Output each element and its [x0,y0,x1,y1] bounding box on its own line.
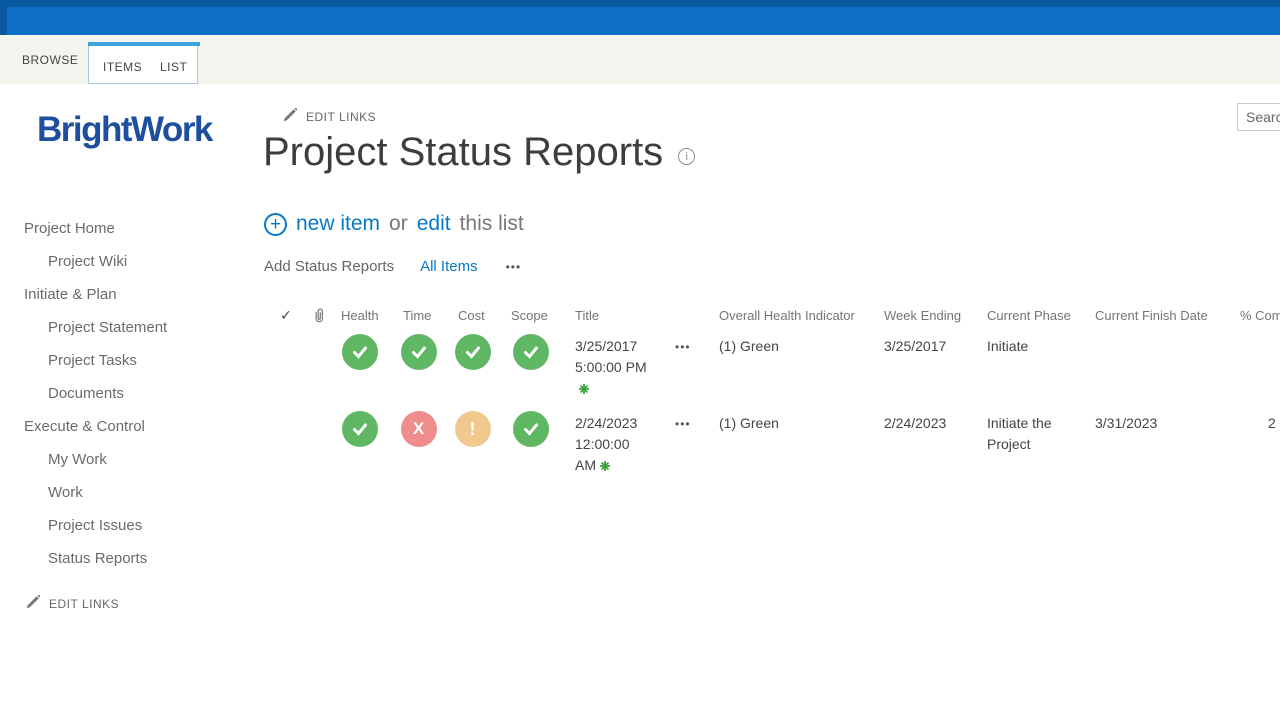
all-items-view-link[interactable]: All Items [420,258,478,275]
sidebar-edit-links[interactable]: EDIT LINKS [26,595,119,612]
time-status-icon [391,330,446,407]
health-status-icon [329,407,391,484]
add-status-reports-tab[interactable]: Add Status Reports [264,258,394,275]
tab-items[interactable]: ITEMS [103,60,142,74]
title-cell[interactable]: 3/25/2017 5:00:00 PM [563,330,675,407]
week-ending-cell: 2/24/2023 [872,407,975,484]
sidebar-item-project-tasks[interactable]: Project Tasks [0,344,255,377]
view-more-ellipsis[interactable]: ••• [506,260,522,274]
overall-health-cell: (1) Green [707,407,872,484]
sidebar-item-project-wiki[interactable]: Project Wiki [0,245,255,278]
overall-health-cell: (1) Green [707,330,872,407]
new-item-burst-icon [600,456,610,477]
sidebar-nav: Project Home Project Wiki Initiate & Pla… [0,212,255,575]
page-title: Project Status Reports [263,130,663,175]
page-edit-links[interactable]: EDIT LINKS [283,108,376,125]
col-header-time[interactable]: Time [391,300,446,330]
paperclip-icon [297,300,329,330]
tab-browse[interactable]: BROWSE [22,53,78,67]
sidebar-item-project-issues[interactable]: Project Issues [0,509,255,542]
new-item-burst-icon [579,379,589,400]
table-row: X ! 2/24/2023 12:00:00 AM ••• (1) Green … [263,407,1280,484]
health-status-icon [329,330,391,407]
row-menu-ellipsis[interactable]: ••• [675,407,707,484]
pct-complete-cell [1228,330,1280,407]
row-select-cell[interactable] [263,407,297,484]
col-header-menu-spacer [675,300,707,330]
new-item-row: + new item or edit this list [264,212,524,236]
cost-status-icon [446,330,499,407]
view-bar: Add Status Reports All Items ••• [264,258,521,275]
status-reports-table: ✓ Health Time Cost Scope Title Overall H… [263,300,1280,484]
title-cell[interactable]: 2/24/2023 12:00:00 AM [563,407,675,484]
or-text: or [389,212,408,236]
cost-status-icon: ! [446,407,499,484]
edit-list-link[interactable]: edit [417,212,451,236]
col-header-title[interactable]: Title [563,300,675,330]
row-menu-ellipsis[interactable]: ••• [675,330,707,407]
suite-bar-top-edge [0,0,1280,7]
pct-complete-cell: 2 [1228,407,1280,484]
week-ending-cell: 3/25/2017 [872,330,975,407]
current-finish-date-cell: 3/31/2023 [1083,407,1228,484]
sidebar-item-work[interactable]: Work [0,476,255,509]
pencil-icon [283,108,297,125]
sidebar-edit-links-label: EDIT LINKS [49,597,119,611]
col-header-current-phase[interactable]: Current Phase [975,300,1083,330]
suite-bar-left-edge [0,0,7,35]
col-header-cost[interactable]: Cost [446,300,499,330]
sidebar: BrightWork Project Home Project Wiki Ini… [0,84,255,720]
col-header-scope[interactable]: Scope [499,300,563,330]
brightwork-logo[interactable]: BrightWork [37,110,212,150]
col-header-pct-complete[interactable]: % Comp [1228,300,1280,330]
main-content: EDIT LINKS Project Status Reports i + ne… [263,84,1280,720]
tab-list[interactable]: LIST [160,60,187,74]
row-attachment-cell [297,407,329,484]
this-list-text: this list [460,212,524,236]
plus-circle-icon[interactable]: + [264,213,287,236]
scope-status-icon [499,330,563,407]
sidebar-item-project-statement[interactable]: Project Statement [0,311,255,344]
row-attachment-cell [297,330,329,407]
select-all-checkmark-icon[interactable]: ✓ [263,300,297,330]
time-status-icon: X [391,407,446,484]
sidebar-item-initiate-plan[interactable]: Initiate & Plan [0,278,255,311]
sidebar-item-documents[interactable]: Documents [0,377,255,410]
ribbon-tab-group: ITEMS LIST [88,42,198,84]
new-item-link[interactable]: new item [296,212,380,236]
current-finish-date-cell [1083,330,1228,407]
sidebar-item-execute-control[interactable]: Execute & Control [0,410,255,443]
current-phase-cell: Initiate [975,330,1083,407]
page-edit-links-label: EDIT LINKS [306,110,376,124]
col-header-week-ending[interactable]: Week Ending [872,300,975,330]
tab-group-accent [88,42,200,46]
row-select-cell[interactable] [263,330,297,407]
current-phase-cell: Initiate the Project [975,407,1083,484]
col-header-overall-health[interactable]: Overall Health Indicator [707,300,872,330]
col-header-current-finish-date[interactable]: Current Finish Date [1083,300,1228,330]
sidebar-item-status-reports[interactable]: Status Reports [0,542,255,575]
sidebar-item-project-home[interactable]: Project Home [0,212,255,245]
scope-status-icon [499,407,563,484]
sidebar-item-my-work[interactable]: My Work [0,443,255,476]
ribbon: BROWSE ITEMS LIST [0,35,1280,84]
info-icon[interactable]: i [678,148,695,165]
pencil-icon [26,595,40,612]
col-header-health[interactable]: Health [329,300,391,330]
table-row: 3/25/2017 5:00:00 PM ••• (1) Green 3/25/… [263,330,1280,407]
table-header-row: ✓ Health Time Cost Scope Title Overall H… [263,300,1280,330]
